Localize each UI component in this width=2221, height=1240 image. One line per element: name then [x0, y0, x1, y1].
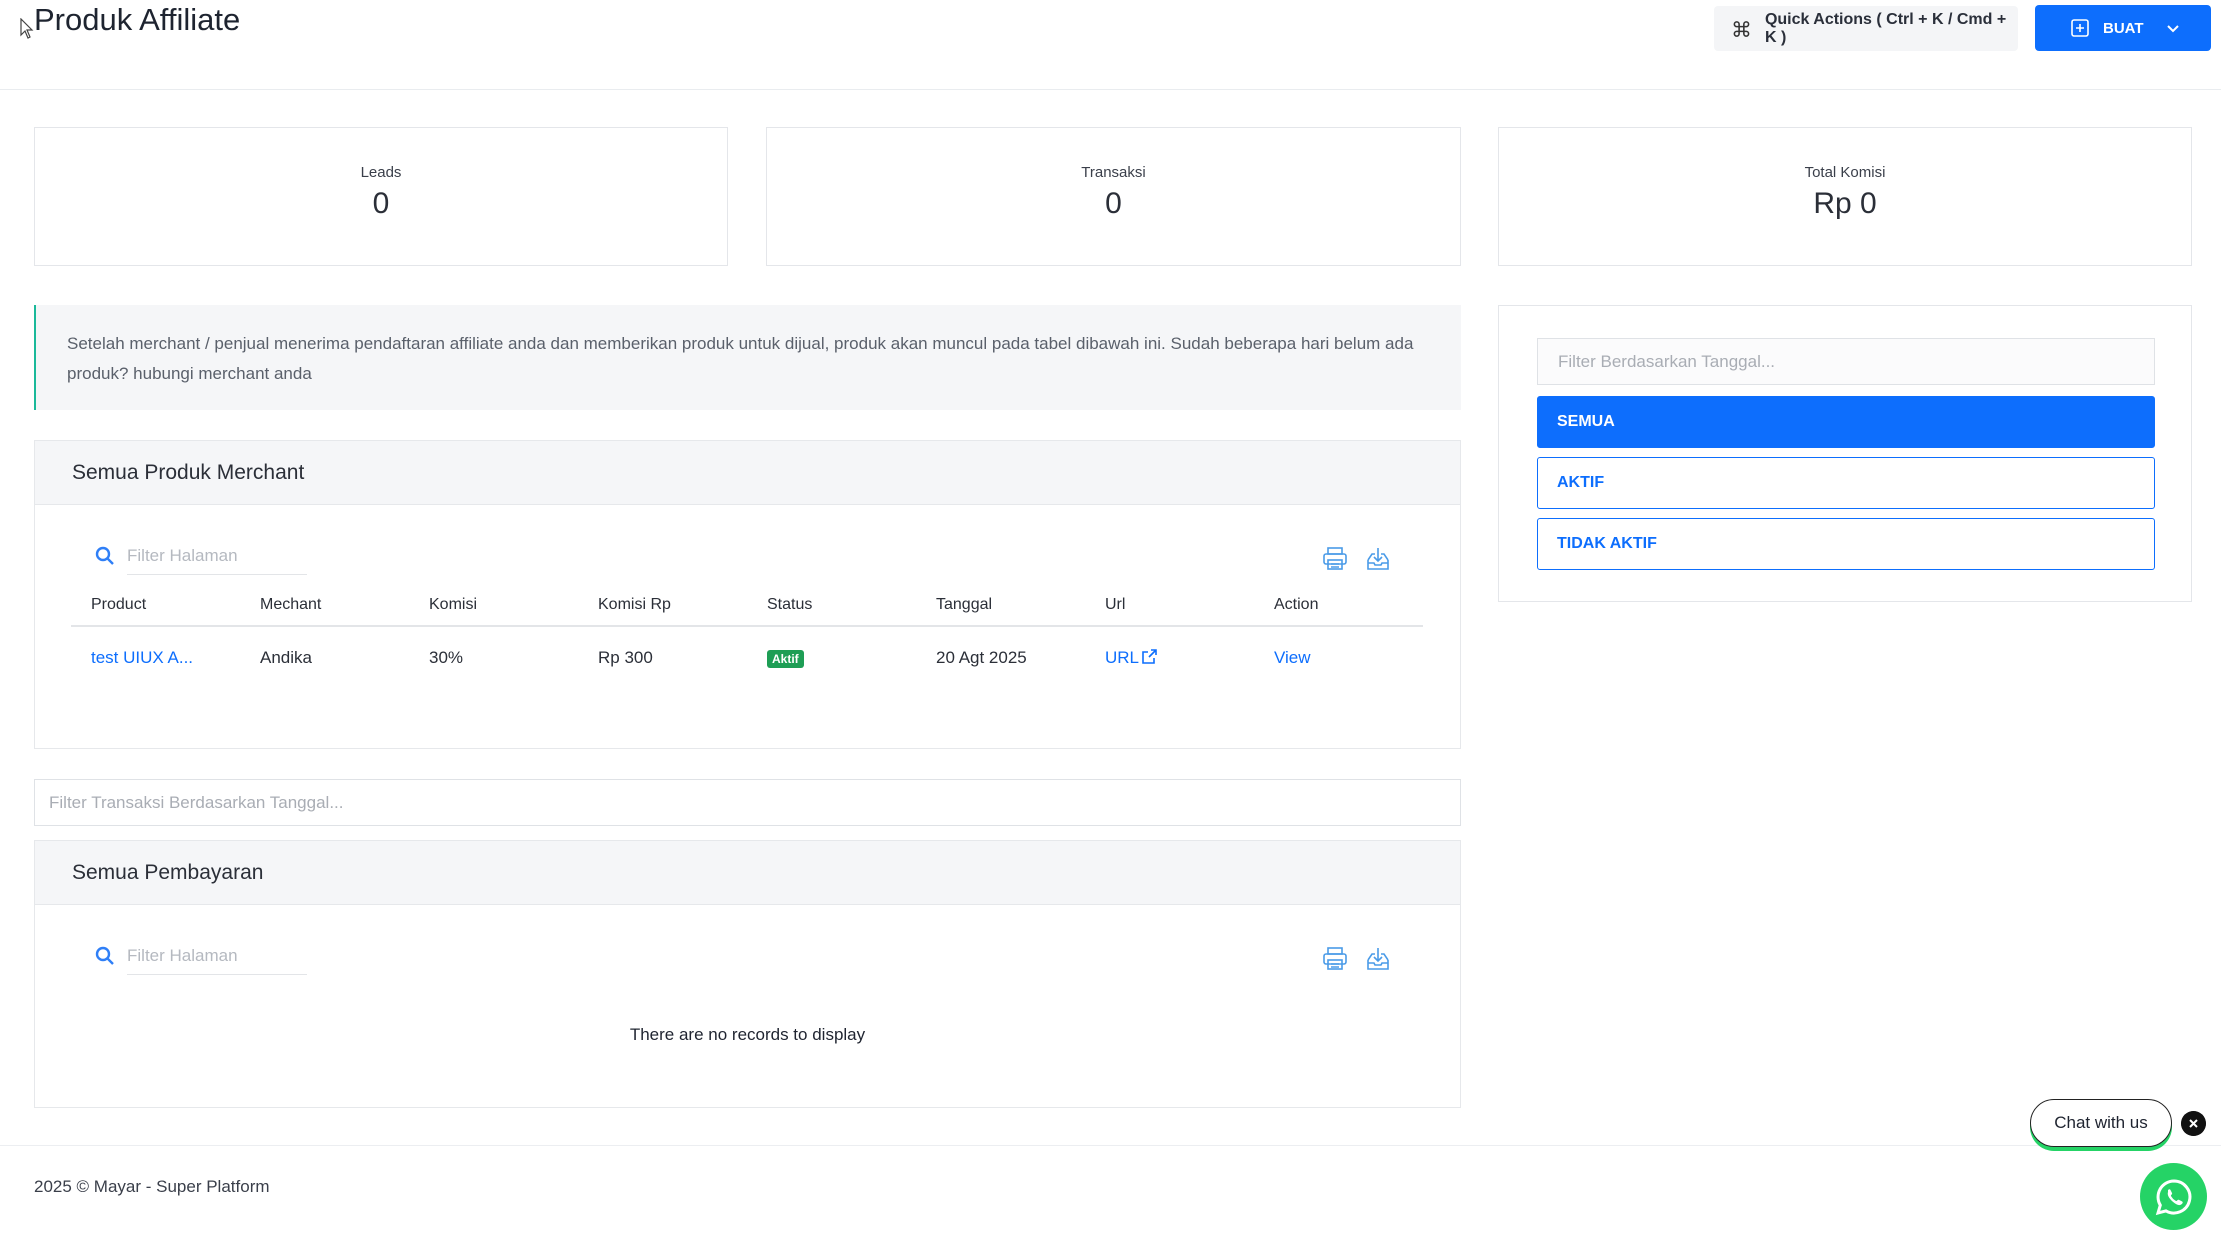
transaction-date-filter[interactable]: [34, 779, 1461, 826]
status-filter-card: SEMUA AKTIF TIDAK AKTIF: [1498, 305, 2192, 602]
column-header[interactable]: Action: [1254, 585, 1423, 627]
filter-active-button[interactable]: AKTIF: [1537, 457, 2155, 509]
tanggal-cell: 20 Agt 2025: [936, 647, 1027, 667]
column-header[interactable]: Url: [1085, 585, 1254, 627]
command-key-icon: [1733, 20, 1750, 37]
plus-square-icon: [2071, 19, 2089, 37]
product-link[interactable]: test UIUX A...: [91, 648, 193, 667]
print-icon[interactable]: [1322, 946, 1348, 972]
table-row: test UIUX A... Andika 30% Rp 300 Aktif 2…: [71, 626, 1423, 688]
page-filter-input[interactable]: [127, 937, 307, 975]
info-note: Setelah merchant / penjual menerima pend…: [34, 305, 1461, 410]
column-header[interactable]: Product: [71, 585, 240, 627]
komisi-rp-cell: Rp 300: [598, 647, 653, 667]
komisi-cell: 30%: [429, 647, 464, 667]
column-header[interactable]: Mechant: [240, 585, 409, 627]
stat-value: 0: [1105, 187, 1122, 220]
table-toolbar: [35, 505, 1460, 585]
whatsapp-icon: [2155, 1178, 2191, 1215]
stat-value: Rp 0: [1813, 187, 1877, 220]
view-link[interactable]: View: [1274, 648, 1311, 667]
chat-with-us-button[interactable]: Chat with us: [2030, 1099, 2172, 1147]
external-link-icon: [1142, 648, 1157, 664]
stat-card-leads: Leads 0: [34, 127, 728, 266]
merchant-cell: Andika: [260, 647, 312, 667]
panel-title: Semua Produk Merchant: [35, 441, 1460, 505]
page-title: Produk Affiliate: [34, 2, 241, 37]
footer-divider: [0, 1145, 2221, 1146]
page-header: Produk Affiliate Quick Actions ( Ctrl + …: [0, 0, 2221, 90]
url-link[interactable]: URL: [1105, 648, 1158, 667]
search-icon: [95, 546, 114, 565]
close-icon[interactable]: [2181, 1111, 2206, 1136]
date-filter-input[interactable]: [1537, 338, 2155, 385]
payments-panel: Semua Pembayaran There are no records to…: [34, 840, 1461, 1108]
table-toolbar: [35, 905, 1460, 985]
stat-label: Transaksi: [1081, 164, 1146, 181]
whatsapp-button[interactable]: [2140, 1163, 2207, 1230]
stat-card-transaksi: Transaksi 0: [766, 127, 1461, 266]
footer-copyright: 2025 © Mayar - Super Platform: [34, 1177, 270, 1196]
download-icon[interactable]: [1365, 546, 1391, 572]
chat-label: Chat with us: [2054, 1113, 2148, 1132]
url-link-label: URL: [1105, 647, 1140, 667]
page-filter-input[interactable]: [127, 537, 307, 575]
stat-label: Leads: [360, 164, 402, 181]
products-table: Product Mechant Komisi Komisi Rp Status …: [71, 585, 1423, 688]
chevron-down-icon: [2166, 25, 2179, 33]
create-button-label: BUAT: [2103, 19, 2144, 37]
stat-value: 0: [372, 187, 390, 220]
column-header[interactable]: Komisi: [409, 585, 578, 627]
download-icon[interactable]: [1365, 946, 1391, 972]
search-icon: [95, 946, 114, 965]
column-header[interactable]: Komisi Rp: [578, 585, 747, 627]
stat-card-total-komisi: Total Komisi Rp 0: [1498, 127, 2192, 266]
column-header[interactable]: Status: [747, 585, 916, 627]
products-panel: Semua Produk Merchant Product Mechant Ko…: [34, 440, 1461, 749]
quick-actions-button[interactable]: Quick Actions ( Ctrl + K / Cmd + K ): [1714, 6, 2018, 51]
panel-title: Semua Pembayaran: [35, 841, 1460, 905]
print-icon[interactable]: [1322, 546, 1348, 572]
status-badge: Aktif: [767, 649, 804, 668]
column-header[interactable]: Tanggal: [916, 585, 1085, 627]
table-header-row: Product Mechant Komisi Komisi Rp Status …: [71, 585, 1423, 627]
quick-actions-label: Quick Actions ( Ctrl + K / Cmd + K ): [1764, 10, 2007, 46]
filter-inactive-button[interactable]: TIDAK AKTIF: [1537, 518, 2155, 570]
create-button[interactable]: BUAT: [2035, 5, 2211, 51]
empty-state-message: There are no records to display: [629, 1025, 866, 1044]
filter-all-button[interactable]: SEMUA: [1537, 396, 2155, 448]
stat-label: Total Komisi: [1804, 164, 1886, 181]
